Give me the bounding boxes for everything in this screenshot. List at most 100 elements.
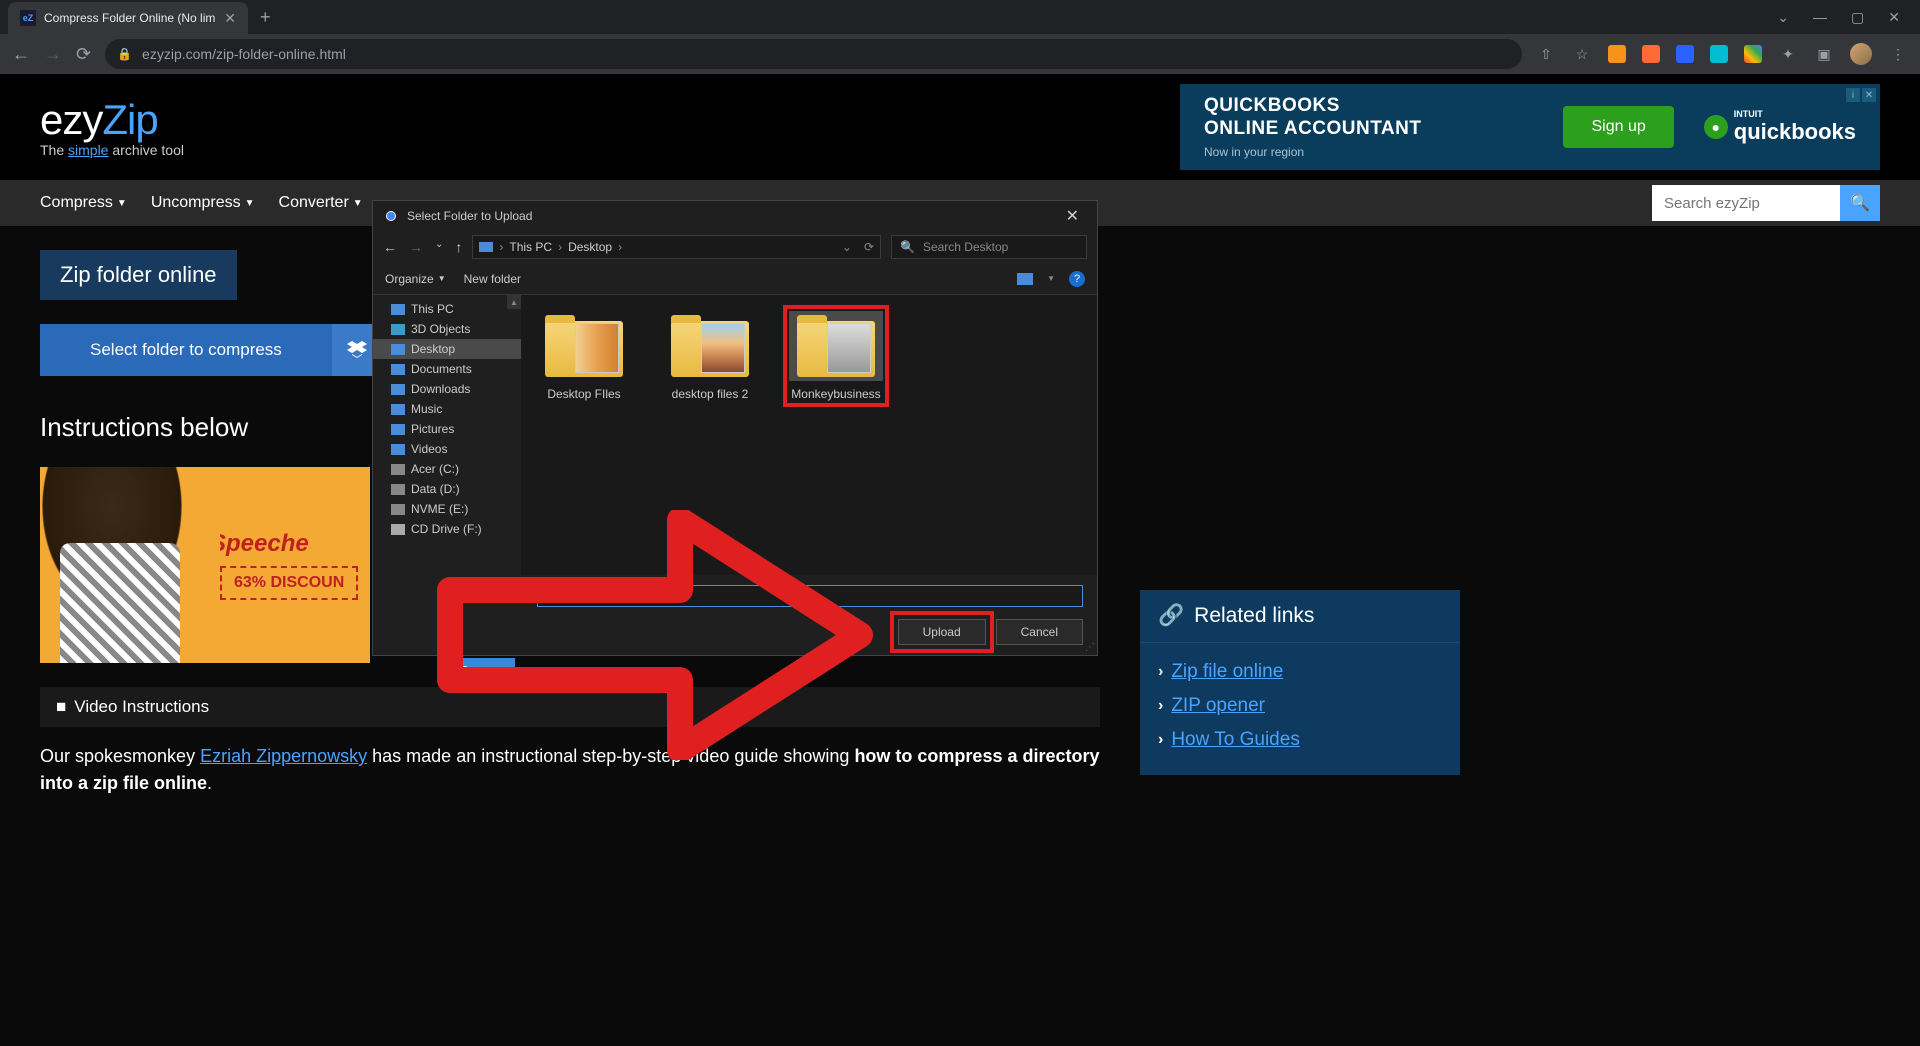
search-icon: 🔍 (900, 240, 915, 254)
tagline: The simple archive tool (40, 142, 184, 158)
breadcrumb-this-pc[interactable]: This PC (509, 240, 552, 254)
chevron-down-icon[interactable]: ⌄ (1777, 9, 1789, 26)
dialog-breadcrumb[interactable]: › This PC › Desktop › ⌄⟳ (472, 235, 881, 259)
scroll-up-icon[interactable]: ▲ (507, 295, 521, 309)
view-dropdown-icon[interactable]: ▼ (1047, 274, 1055, 283)
extension-icon[interactable] (1642, 45, 1660, 63)
extension-icon[interactable] (1710, 45, 1728, 63)
cancel-button[interactable]: Cancel (996, 619, 1083, 645)
dialog-back-button[interactable]: ← (383, 239, 397, 255)
tree-item-acer-c-[interactable]: Acer (C:) (373, 459, 521, 479)
tree-item-documents[interactable]: Documents (373, 359, 521, 379)
ad-signup-button[interactable]: Sign up (1563, 106, 1673, 148)
chevron-right-icon: › (1158, 731, 1163, 749)
logo-suffix: Zip (102, 96, 157, 143)
extension-icon[interactable] (1744, 45, 1762, 63)
tree-item-label: This PC (411, 302, 454, 316)
ad-title-2: ONLINE ACCOUNTANT (1204, 118, 1421, 139)
ad-close-icon[interactable]: ✕ (1862, 88, 1876, 102)
tree-item-label: 3D Objects (411, 322, 470, 336)
extensions-puzzle-icon[interactable]: ✦ (1778, 44, 1798, 64)
related-link-howto[interactable]: How To Guides (1171, 729, 1300, 751)
profile-avatar[interactable] (1850, 43, 1872, 65)
tree-item-videos[interactable]: Videos (373, 439, 521, 459)
forward-button[interactable]: → (44, 44, 62, 65)
related-link-zip-file[interactable]: Zip file online (1171, 661, 1283, 683)
breadcrumb-desktop[interactable]: Desktop (568, 240, 612, 254)
folder-desktop-files[interactable]: Desktop FIles (531, 305, 637, 407)
ad-brand-text: Speeche (210, 530, 358, 558)
organize-menu[interactable]: Organize ▼ (385, 272, 446, 286)
resize-grip-icon[interactable]: ⋰ (1085, 642, 1095, 653)
window-controls: ⌄ — ▢ ✕ (1777, 9, 1912, 26)
breadcrumb-dropdown-icon[interactable]: ⌄ (842, 240, 852, 254)
tree-item-cd-drive-f-[interactable]: CD Drive (F:) (373, 519, 521, 539)
minimize-icon[interactable]: — (1813, 9, 1827, 26)
site-logo[interactable]: ezyZip The simple archive tool (40, 96, 184, 158)
tree-item-downloads[interactable]: Downloads (373, 379, 521, 399)
menu-dots-icon[interactable]: ⋮ (1888, 44, 1908, 64)
3d-icon (391, 324, 405, 335)
select-folder-button[interactable]: Select folder to compress (40, 324, 332, 376)
extension-icon[interactable] (1676, 45, 1694, 63)
related-link-zip-opener[interactable]: ZIP opener (1171, 695, 1265, 717)
browser-tab[interactable]: eZ Compress Folder Online (No lim ✕ (8, 2, 248, 34)
ad-discount-badge: 63% DISCOUN (220, 566, 358, 600)
help-icon[interactable]: ? (1069, 271, 1085, 287)
nav-compress[interactable]: Compress▼ (40, 194, 127, 212)
drive-icon (391, 504, 405, 515)
upload-button[interactable]: Upload (898, 619, 986, 645)
site-search-button[interactable]: 🔍 (1840, 185, 1880, 221)
sidepanel-icon[interactable]: ▣ (1814, 44, 1834, 64)
view-mode-icon[interactable] (1017, 273, 1033, 285)
open-button[interactable]: Open (440, 658, 515, 688)
tree-item-3d-objects[interactable]: 3D Objects (373, 319, 521, 339)
chrome-icon (383, 208, 399, 224)
tree-item-pictures[interactable]: Pictures (373, 419, 521, 439)
dialog-up-button[interactable]: ↑ (455, 239, 462, 255)
browser-tab-strip: eZ Compress Folder Online (No lim ✕ + ⌄ … (0, 0, 1920, 34)
close-icon[interactable]: ✕ (1888, 9, 1900, 26)
dialog-history-dropdown[interactable]: ⌄ (435, 239, 443, 255)
tree-item-nvme-e-[interactable]: NVME (E:) (373, 499, 521, 519)
extension-icon[interactable] (1608, 45, 1626, 63)
dialog-search[interactable]: 🔍 Search Desktop (891, 235, 1087, 259)
tree-item-desktop[interactable]: Desktop (373, 339, 521, 359)
nav-uncompress[interactable]: Uncompress▼ (151, 194, 255, 212)
tree-item-label: Acer (C:) (411, 462, 459, 476)
dialog-files-area[interactable]: Desktop FIlesdesktop files 2Monkeybusine… (521, 295, 1097, 575)
nav-converter[interactable]: Converter▼ (279, 194, 363, 212)
site-header: ezyZip The simple archive tool QUICKBOOK… (0, 74, 1920, 180)
spokesmonkey-link[interactable]: Ezriah Zippernowsky (200, 746, 367, 766)
folder-field-label: Folder: (387, 589, 527, 603)
new-tab-button[interactable]: + (260, 7, 271, 28)
ad-info-icon[interactable]: i (1846, 88, 1860, 102)
folder-name-input[interactable] (537, 585, 1083, 607)
new-folder-button[interactable]: New folder (464, 272, 521, 286)
tree-item-data-d-[interactable]: Data (D:) (373, 479, 521, 499)
pictures-icon (391, 424, 405, 435)
site-search-input[interactable] (1652, 185, 1840, 221)
reload-button[interactable]: ⟳ (76, 44, 91, 65)
refresh-icon[interactable]: ⟳ (864, 240, 874, 254)
page-title-box: Zip folder online (40, 250, 237, 300)
pc-icon (479, 242, 493, 252)
folder-monkeybusiness[interactable]: Monkeybusiness (783, 305, 889, 407)
back-button[interactable]: ← (12, 44, 30, 65)
tree-item-this-pc[interactable]: This PC (373, 299, 521, 319)
tree-item-label: Pictures (411, 422, 454, 436)
tree-item-music[interactable]: Music (373, 399, 521, 419)
speech-ad[interactable]: Speeche 63% DISCOUN (40, 467, 370, 663)
ad-banner[interactable]: QUICKBOOKSONLINE ACCOUNTANT Now in your … (1180, 84, 1880, 170)
tab-close-icon[interactable]: ✕ (224, 10, 236, 27)
bookmark-star-icon[interactable]: ☆ (1572, 44, 1592, 64)
tree-item-label: Downloads (411, 382, 470, 396)
maximize-icon[interactable]: ▢ (1851, 9, 1864, 26)
ad-title-1: QUICKBOOKS (1204, 95, 1340, 116)
dialog-close-button[interactable]: ✕ (1058, 206, 1087, 226)
tab-title: Compress Folder Online (No lim (44, 11, 216, 25)
dialog-forward-button[interactable]: → (409, 239, 423, 255)
address-bar[interactable]: 🔒 ezyzip.com/zip-folder-online.html (105, 39, 1522, 69)
folder-desktop-files-2[interactable]: desktop files 2 (657, 305, 763, 407)
share-icon[interactable]: ⇧ (1536, 44, 1556, 64)
